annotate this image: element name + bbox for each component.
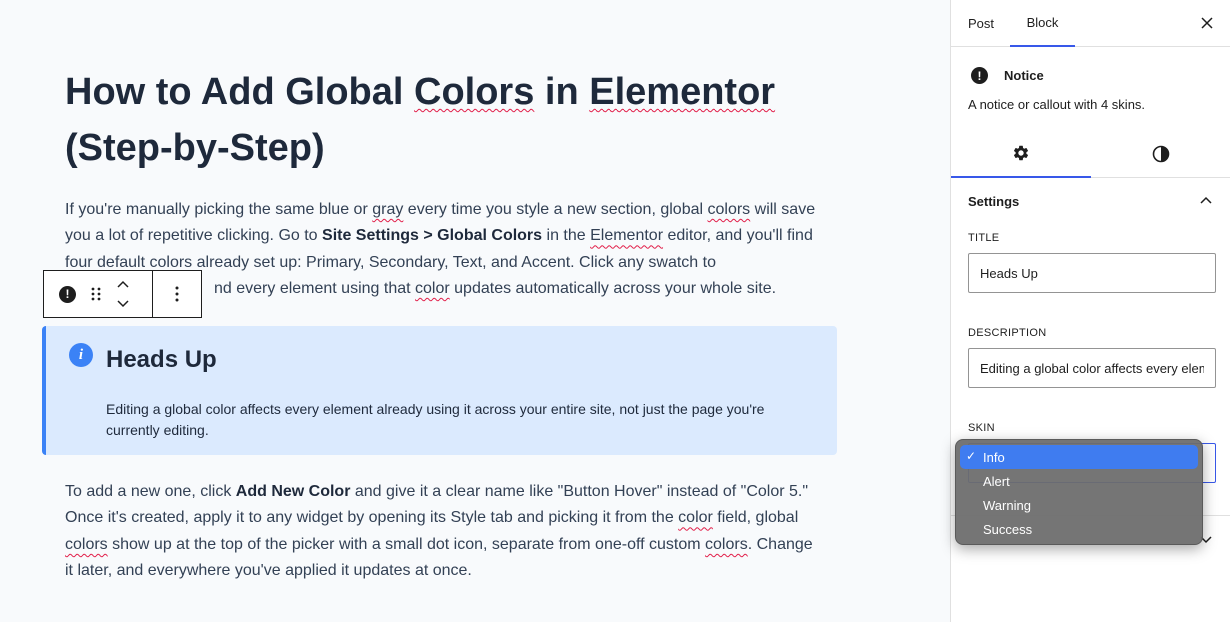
notice-block[interactable]: i Heads Up Editing a global color affect… <box>42 326 837 455</box>
description-field[interactable] <box>968 348 1216 388</box>
skin-option-label: Info <box>983 449 1005 465</box>
inspector-icon-tabs <box>951 130 1230 178</box>
paragraph-text: color <box>678 509 713 527</box>
paragraph-text: colors <box>149 253 193 271</box>
settings-panel-header[interactable]: Settings <box>951 178 1230 224</box>
paragraph-text: If you're manually picking the same blue… <box>65 201 373 218</box>
paragraph-text: color <box>415 280 450 298</box>
contrast-icon <box>1152 145 1170 163</box>
notice-description[interactable]: Editing a global color affects every ele… <box>106 399 816 440</box>
tab-post[interactable]: Post <box>968 0 994 47</box>
title-text: in <box>534 71 590 113</box>
block-card-title: Notice <box>1004 68 1044 83</box>
notice-title[interactable]: Heads Up <box>106 346 217 374</box>
notice-block-icon: ! <box>971 67 988 84</box>
close-icon[interactable] <box>1198 14 1216 32</box>
paragraph-text: colors <box>705 535 748 553</box>
drag-handle-icon[interactable] <box>90 286 102 302</box>
paragraph-text: gray <box>372 201 404 218</box>
skin-option-label: Alert <box>983 473 1010 489</box>
paragraph-text: every time you style a new section, glob… <box>403 201 708 218</box>
title-text: Colors <box>414 71 535 113</box>
block-toolbar: ! <box>43 270 202 318</box>
skin-option-success[interactable]: Success <box>960 517 1198 541</box>
tab-styles[interactable] <box>1091 130 1230 178</box>
skin-dropdown-menu: ✓ Info Alert Warning Success <box>955 439 1203 545</box>
title-field-label: TITLE <box>968 232 1000 244</box>
gear-icon <box>1013 145 1029 161</box>
skin-option-label: Success <box>983 521 1033 537</box>
settings-panel-title: Settings <box>968 194 1020 209</box>
paragraph-text: in the <box>542 227 591 245</box>
block-toolbar-group: ! <box>44 271 153 317</box>
tab-block[interactable]: Block <box>1010 0 1075 47</box>
paragraph-block-2[interactable]: To add a new one, click Add New Color an… <box>65 479 825 585</box>
block-card-description: A notice or callout with 4 skins. <box>968 97 1146 112</box>
skin-option-alert[interactable]: Alert <box>960 469 1198 493</box>
post-title[interactable]: How to Add Global Colors in Elementor (S… <box>65 64 825 176</box>
title-text: (Step-by-Step) <box>65 127 325 169</box>
block-options-group <box>153 271 201 317</box>
sidebar-tabs: Post Block <box>951 0 1230 47</box>
notice-block-icon[interactable]: ! <box>59 285 76 303</box>
title-field[interactable] <box>968 253 1216 293</box>
chevron-up-icon <box>1200 196 1212 204</box>
paragraph-text: show up at the top of the picker with a … <box>107 535 706 553</box>
tab-settings[interactable] <box>951 130 1091 178</box>
paragraph-text: colors <box>707 201 751 218</box>
description-field-label: DESCRIPTION <box>968 327 1047 339</box>
skin-field-label: SKIN <box>968 422 995 434</box>
paragraph-text: already set up: Primary, Secondary, Text… <box>192 253 716 271</box>
paragraph-text: updates automatically across your whole … <box>449 280 777 298</box>
paragraph-text: Elementor <box>590 227 664 245</box>
move-up-down-icon[interactable] <box>116 279 130 309</box>
editor-canvas[interactable]: How to Add Global Colors in Elementor (S… <box>0 0 950 622</box>
title-text: Elementor <box>589 71 776 113</box>
skin-option-warning[interactable]: Warning <box>960 493 1198 517</box>
block-card: ! Notice A notice or callout with 4 skin… <box>951 48 1230 128</box>
paragraph-text: colors <box>65 535 108 553</box>
info-icon: i <box>69 343 93 367</box>
paragraph-bold-text: Site Settings > Global Colors <box>322 227 543 245</box>
paragraph-text: To add a new one, click <box>65 483 236 500</box>
skin-option-label: Warning <box>983 497 1031 513</box>
paragraph-text: nd every element using that <box>214 280 416 298</box>
checkmark-icon: ✓ <box>966 449 977 463</box>
skin-option-info[interactable]: ✓ Info <box>960 445 1198 469</box>
paragraph-bold-text: Add New Color <box>235 483 351 500</box>
paragraph-text: field, global <box>712 509 799 527</box>
title-text: How to Add Global <box>65 71 414 113</box>
more-options-icon[interactable] <box>175 286 179 302</box>
